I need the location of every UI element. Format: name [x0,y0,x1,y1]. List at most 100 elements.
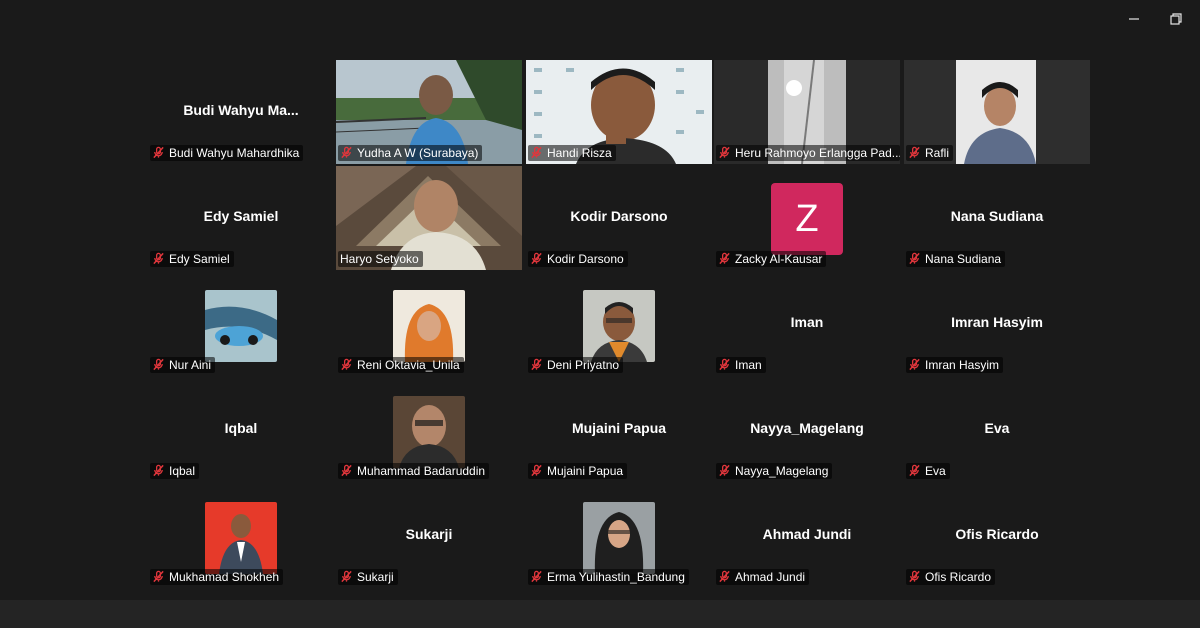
participant-name-tag: Reni Oktavia_Unila [338,357,464,373]
avatar [205,502,277,574]
participant-display-name: Edy Samiel [203,208,279,224]
participant-tile-eva[interactable]: Eva Eva [904,378,1090,482]
mic-muted-icon [340,570,353,583]
participant-display-name: Budi Wahyu Ma... [183,102,299,118]
participant-name-tag: Mujaini Papua [528,463,628,479]
participant-display-name: Iqbal [224,420,258,436]
restore-icon [1170,13,1182,25]
participant-tile-yudha[interactable]: Yudha A W (Surabaya) [336,60,522,164]
participant-tile-edy[interactable]: Edy Samiel Edy Samiel [148,166,334,270]
participant-name-tag: Mukhamad Shokheh [150,569,284,585]
mic-muted-icon [530,464,543,477]
mic-muted-icon [718,146,731,159]
mic-muted-icon [718,358,731,371]
participant-tile-rafli[interactable]: Rafli [904,60,1090,164]
participant-name-tag: Budi Wahyu Mahardhika [150,145,304,161]
participant-name-tag: Handi Risza [528,145,616,161]
mic-muted-icon [152,570,165,583]
participant-name-tag: Kodir Darsono [528,251,628,267]
minimize-button[interactable] [1124,10,1144,28]
participant-name-tag: Ahmad Jundi [716,569,810,585]
participant-tile-kodir[interactable]: Kodir Darsono Kodir Darsono [526,166,712,270]
participant-display-name: Nana Sudiana [950,208,1044,224]
participant-name-tag: Imran Hasyim [906,357,1004,373]
window-titlebar [0,0,1200,50]
participant-tile-ahmad[interactable]: Ahmad Jundi Ahmad Jundi [714,484,900,588]
avatar [393,290,465,362]
participant-name-tag: Sukarji [338,569,398,585]
participant-display-name: Imran Hasyim [951,314,1043,330]
participant-name-tag: Iman [716,357,766,373]
avatar [393,396,465,468]
participant-tile-mukhamad[interactable]: Mukhamad Shokheh [148,484,334,588]
mic-muted-icon [718,570,731,583]
mic-muted-icon [530,252,543,265]
participant-tile-haryo-active-speaker[interactable]: Haryo Setyoko [336,166,522,270]
participant-tile-ofis[interactable]: Ofis Ricardo Ofis Ricardo [904,484,1090,588]
participant-tile-budi[interactable]: Budi Wahyu Ma... Budi Wahyu Mahardhika [148,60,334,164]
participant-name-tag: Rafli [906,145,954,161]
mic-muted-icon [340,358,353,371]
participant-display-name: Nayya_Magelang [750,420,864,436]
bottom-toolbar [0,600,1200,628]
participant-display-name: Eva [984,420,1010,436]
participant-display-name: Kodir Darsono [570,208,668,224]
participant-name-tag: Nur Aini [150,357,216,373]
mic-muted-icon [908,570,921,583]
mic-muted-icon [152,464,165,477]
participant-tile-zacky[interactable]: Z Zacky Al-Kausar [714,166,900,270]
participant-tile-nur[interactable]: Nur Aini [148,272,334,376]
restore-button[interactable] [1166,10,1186,28]
participant-name-tag: Eva [906,463,950,479]
participant-tile-heru[interactable]: Heru Rahmoyo Erlangga Pad... [714,60,900,164]
mic-muted-icon [152,146,165,159]
mic-muted-icon [908,358,921,371]
mic-muted-icon [718,252,731,265]
mic-muted-icon [908,252,921,265]
participant-tile-deni[interactable]: Deni Priyatno [526,272,712,376]
participant-name-tag: Heru Rahmoyo Erlangga Pad... [716,145,900,161]
minimize-icon [1129,18,1139,20]
participant-display-name: Ahmad Jundi [762,526,852,542]
avatar-initial: Z [771,183,843,255]
participant-name-tag: Edy Samiel [150,251,234,267]
participant-tile-erma[interactable]: Erma Yulihastin_Bandung [526,484,712,588]
mic-muted-icon [530,570,543,583]
participant-display-name: Iman [790,314,824,330]
participant-name-tag: Iqbal [150,463,200,479]
participant-tile-sukarji[interactable]: Sukarji Sukarji [336,484,522,588]
participant-name-tag: Deni Priyatno [528,357,624,373]
mic-muted-icon [340,464,353,477]
mic-muted-icon [530,146,543,159]
participant-tile-muhammad[interactable]: Muhammad Badaruddin [336,378,522,482]
participant-name-tag: Zacky Al-Kausar [716,251,827,267]
avatar [583,502,655,574]
participant-display-name: Sukarji [405,526,453,542]
participant-name-tag: Muhammad Badaruddin [338,463,490,479]
participant-name-tag: Haryo Setyoko [338,251,423,267]
mic-muted-icon [908,464,921,477]
mic-muted-icon [152,252,165,265]
participant-name-tag: Erma Yulihastin_Bandung [528,569,689,585]
participant-name-tag: Nayya_Magelang [716,463,833,479]
participant-tile-nayya[interactable]: Nayya_Magelang Nayya_Magelang [714,378,900,482]
avatar [583,290,655,362]
participant-name-tag: Yudha A W (Surabaya) [338,145,483,161]
mic-muted-icon [530,358,543,371]
mic-muted-icon [908,146,921,159]
participant-tile-handi[interactable]: Handi Risza [526,60,712,164]
participant-tile-iqbal[interactable]: Iqbal Iqbal [148,378,334,482]
participant-tile-reni[interactable]: Reni Oktavia_Unila [336,272,522,376]
participant-tile-nana[interactable]: Nana Sudiana Nana Sudiana [904,166,1090,270]
participant-name-tag: Ofis Ricardo [906,569,996,585]
participant-display-name: Ofis Ricardo [955,526,1039,542]
participant-tile-iman[interactable]: Iman Iman [714,272,900,376]
participant-name-tag: Nana Sudiana [906,251,1006,267]
participant-tile-imran[interactable]: Imran Hasyim Imran Hasyim [904,272,1090,376]
mic-muted-icon [152,358,165,371]
mic-muted-icon [340,146,353,159]
mic-muted-icon [718,464,731,477]
participant-display-name: Mujaini Papua [571,420,667,436]
avatar [205,290,277,362]
participant-tile-mujaini[interactable]: Mujaini Papua Mujaini Papua [526,378,712,482]
